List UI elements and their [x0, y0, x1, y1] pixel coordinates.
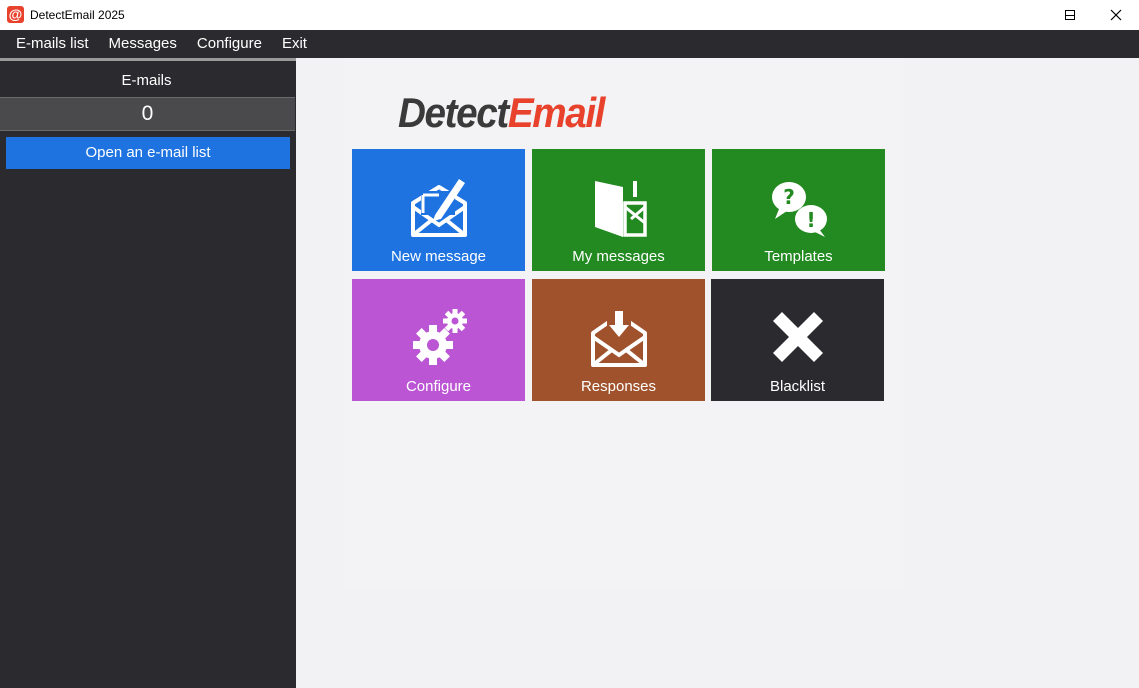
envelope-download-icon — [590, 311, 647, 367]
x-cross-icon — [772, 312, 823, 362]
dashboard: DetectEmail New message My messages ? ! … — [344, 58, 904, 590]
email-count: 0 — [0, 97, 295, 131]
tile-templates[interactable]: ? ! Templates — [712, 149, 885, 271]
tile-blacklist[interactable]: Blacklist — [711, 279, 884, 401]
maximize-button[interactable] — [1047, 0, 1093, 30]
menu-messages[interactable]: Messages — [99, 30, 187, 58]
tile-responses[interactable]: Responses — [532, 279, 705, 401]
menu-configure[interactable]: Configure — [187, 30, 272, 58]
open-envelope-icon — [594, 181, 647, 237]
app-icon: @ — [7, 6, 24, 23]
tile-label: Configure — [405, 378, 472, 395]
tile-label: Responses — [580, 378, 657, 395]
tile-configure[interactable]: Configure — [352, 279, 525, 401]
close-button[interactable] — [1093, 0, 1139, 30]
window-title: DetectEmail 2025 — [30, 8, 125, 22]
logo-email: Email — [507, 89, 606, 136]
menu-emails-list[interactable]: E-mails list — [0, 30, 99, 58]
menu-bar: E-mails list Messages Configure Exit — [0, 30, 1139, 58]
speech-bubbles-icon: ? ! — [771, 182, 827, 237]
open-email-list-button[interactable]: Open an e-mail list — [6, 137, 290, 169]
tile-label: My messages — [572, 248, 665, 265]
tile-my-messages[interactable]: My messages — [532, 149, 705, 271]
tile-new-message[interactable]: New message — [352, 149, 525, 271]
title-bar: @ DetectEmail 2025 — [0, 0, 1139, 30]
tile-label: Blacklist — [769, 378, 825, 395]
sidebar-title: E-mails — [121, 72, 172, 89]
logo-detect: Detect — [398, 89, 509, 136]
tile-label: New message — [390, 248, 487, 265]
close-icon — [1110, 9, 1122, 21]
main-panel: DetectEmail New message My messages ? ! … — [296, 58, 1139, 688]
maximize-icon — [1065, 10, 1075, 20]
logo: DetectEmail — [398, 89, 606, 137]
sidebar: E-mails 0 Open an e-mail list — [0, 58, 296, 688]
gears-icon — [412, 309, 467, 365]
envelope-pencil-icon — [410, 179, 467, 237]
svg-text:?: ? — [783, 185, 795, 209]
svg-text:!: ! — [806, 208, 815, 232]
menu-exit[interactable]: Exit — [272, 30, 317, 58]
tile-label: Templates — [764, 248, 833, 265]
